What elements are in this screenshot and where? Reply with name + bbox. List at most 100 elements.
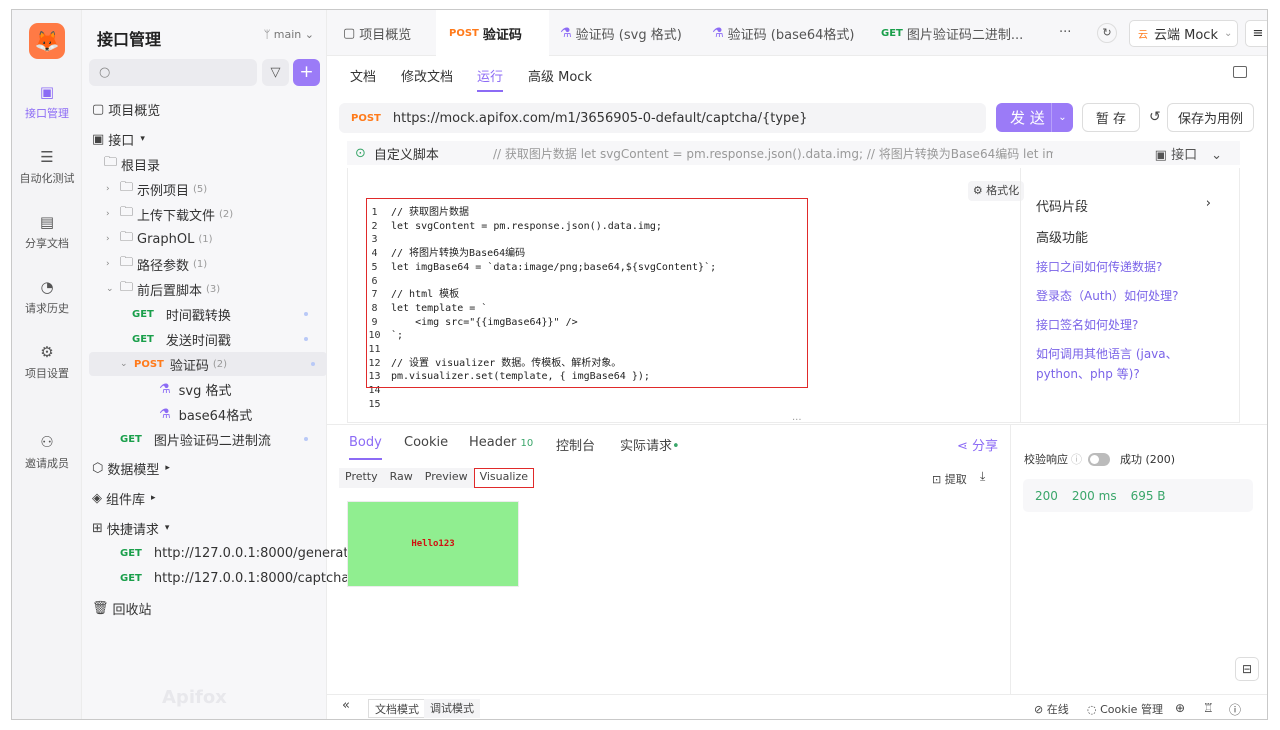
chevron-down-icon[interactable]: ⌄: [1051, 103, 1073, 132]
help-link[interactable]: 接口之间如何传递数据?: [1036, 257, 1216, 277]
tab-console[interactable]: 控制台: [556, 435, 595, 454]
tab-cookie[interactable]: Cookie: [404, 435, 448, 450]
status-dot: [311, 362, 315, 366]
case-icon: ⚗: [560, 25, 572, 41]
subtab-run[interactable]: 运行: [477, 66, 504, 92]
tree-folder[interactable]: › 🗀 上传下载文件 (2): [106, 202, 344, 226]
tree-case-item[interactable]: ⚗ svg 格式: [159, 377, 319, 401]
rail-item-history[interactable]: ◔ 请求历史: [12, 278, 82, 316]
rail-item-settings[interactable]: ⚙ 项目设置: [12, 343, 82, 381]
code-highlight-box: [366, 198, 808, 388]
panel-toggle-icon[interactable]: [1233, 66, 1247, 78]
help-icon[interactable]: ⓘ: [1229, 701, 1241, 718]
extract-button[interactable]: ⊡ 提取: [932, 471, 967, 487]
chevron-right-icon: ›: [106, 184, 110, 194]
help-link[interactable]: 登录态（Auth）如何处理?: [1036, 286, 1216, 306]
reset-icon[interactable]: ↺: [1149, 109, 1161, 125]
rail-item-automation[interactable]: ☰ 自动化测试: [12, 148, 82, 186]
verify-response[interactable]: 校验响应 ⓘ 成功 (200) ⌄: [1024, 451, 1267, 467]
visualizer-output: Hello123: [347, 501, 519, 587]
tab-overview[interactable]: ▢ 项目概览: [343, 10, 411, 56]
menu-icon[interactable]: ≡: [1245, 20, 1267, 47]
share-button[interactable]: ⋖ 分享: [957, 435, 998, 454]
tree-item-quick-request[interactable]: ⊞ 快捷请求 ▾: [92, 516, 330, 540]
tree-case-item[interactable]: ⚗ base64格式: [159, 402, 319, 426]
save-temp-button[interactable]: 暂 存: [1082, 103, 1140, 132]
layout-icon[interactable]: ⊟: [1235, 657, 1259, 681]
case-icon: ⚗: [159, 381, 171, 397]
environment-selector[interactable]: 云云端 Mock ⌄: [1129, 20, 1238, 47]
format-raw[interactable]: Raw: [383, 468, 419, 488]
verify-toggle[interactable]: [1088, 452, 1110, 466]
tree-item-components[interactable]: ◈ 组件库 ▸: [92, 486, 330, 510]
rail-item-invite[interactable]: ⚇ 邀请成员: [12, 433, 82, 471]
subtab-advanced-mock[interactable]: 高级 Mock: [528, 66, 592, 85]
branch-selector[interactable]: ᛘ main ⌄: [264, 28, 314, 41]
status-dot: [304, 437, 308, 441]
tab-binary-captcha[interactable]: GET 图片验证码二进制...: [881, 10, 1023, 56]
tree-api-item-selected[interactable]: ⌄ POST 验证码 (2): [89, 352, 327, 376]
caret-icon: ▾: [140, 134, 145, 144]
more-tabs-icon[interactable]: ···: [1059, 25, 1071, 40]
status-code: 200: [1035, 488, 1058, 503]
rail-item-api[interactable]: ▣ 接口管理: [12, 83, 82, 121]
tab-captcha[interactable]: POST 验证码: [436, 10, 549, 56]
download-icon[interactable]: ⤓: [980, 469, 985, 484]
debug-mode-button[interactable]: 调试模式: [424, 699, 480, 718]
app-logo: 🦊: [29, 23, 65, 59]
upload-icon[interactable]: ⊕: [1175, 701, 1185, 715]
format-preview[interactable]: Preview: [418, 468, 474, 488]
online-status[interactable]: ⊘ 在线: [1034, 701, 1069, 717]
filter-button[interactable]: ▽: [262, 59, 289, 86]
tree-item-trash[interactable]: 🗑 回收站: [92, 596, 330, 620]
shirt-icon[interactable]: ♖: [1203, 701, 1214, 715]
search-icon: ○: [99, 65, 111, 80]
chevron-right-icon: ›: [106, 259, 110, 269]
tree-item-overview[interactable]: ▢ 项目概览: [92, 97, 330, 121]
custom-script-row[interactable]: ⊙ 自定义脚本 // 获取图片数据 let svgContent = pm.re…: [347, 141, 1240, 165]
cookie-icon: ◌: [1087, 703, 1101, 716]
format-button[interactable]: ⚙ 格式化: [968, 181, 1024, 201]
tree-folder[interactable]: › 🗀 GraphOL (1): [106, 227, 344, 251]
tree-api-item[interactable]: GET 图片验证码二进制流: [120, 427, 320, 451]
help-link[interactable]: 如何调用其他语言 (java、python、php 等)?: [1036, 344, 1196, 384]
tree-api-item[interactable]: GET 时间戳转换: [132, 302, 320, 326]
request-subtabs: 文档 修改文档 运行 高级 Mock: [327, 56, 1267, 92]
tab-header[interactable]: Header 10: [469, 435, 533, 450]
rail-item-share-doc[interactable]: ▤ 分享文档: [12, 213, 82, 251]
refresh-icon[interactable]: ↻: [1097, 23, 1117, 43]
tree-folder[interactable]: ⌄ 🗀 前后置脚本 (3): [106, 277, 344, 301]
tree-item-root[interactable]: 🗀 根目录: [104, 152, 342, 176]
tab-captcha-base64[interactable]: ⚗ 验证码 (base64格式): [712, 10, 854, 56]
tab-bar: ▢ 项目概览 POST 验证码 ⚗ 验证码 (svg 格式) ⚗ 验证码 (base64…: [327, 10, 1267, 56]
response-status-panel: 校验响应 ⓘ 成功 (200) ⌄ 200 200 ms 695 B: [1010, 424, 1267, 694]
format-visualize[interactable]: Visualize: [473, 468, 535, 488]
left-rail: 🦊 ▣ 接口管理 ☰ 自动化测试 ▤ 分享文档 ◔ 请求历史 ⚙ 项目设置 ⚇ …: [12, 10, 82, 719]
doc-mode-button[interactable]: 文档模式: [368, 699, 426, 718]
subtab-edit-doc[interactable]: 修改文档: [401, 66, 453, 85]
chevron-down-icon[interactable]: ⌄: [1265, 453, 1267, 466]
help-link[interactable]: 接口签名如何处理?: [1036, 315, 1216, 335]
url-input[interactable]: POST https://mock.apifox.com/m1/3656905-0…: [339, 103, 986, 133]
tree-folder[interactable]: › 🗀 路径参数 (1): [106, 252, 344, 276]
tree-quick-item[interactable]: GET http://127.0.0.1:8000/generat...: [120, 541, 361, 565]
add-button[interactable]: +: [293, 59, 320, 86]
tree-api-item[interactable]: GET 发送时间戳: [132, 327, 320, 351]
tree-item-api[interactable]: ▣ 接口 ▾: [92, 127, 330, 151]
tree-item-data-model[interactable]: ⬡ 数据模型 ▸: [92, 456, 330, 480]
tab-actual-request[interactable]: 实际请求•: [620, 435, 680, 454]
format-pretty[interactable]: Pretty: [339, 468, 384, 488]
snippets-heading[interactable]: 代码片段 ›: [1036, 196, 1211, 215]
collapse-sidebar-icon[interactable]: «: [342, 698, 350, 713]
tree-quick-item[interactable]: GET http://127.0.0.1:8000/captcha: [120, 566, 349, 590]
send-button[interactable]: 发 送 ⌄: [996, 103, 1073, 132]
subtab-doc[interactable]: 文档: [350, 66, 376, 85]
cookie-manager[interactable]: ◌ Cookie 管理: [1087, 701, 1163, 717]
tab-body[interactable]: Body: [349, 435, 382, 460]
tree-folder[interactable]: › 🗀 示例项目 (5): [106, 177, 344, 201]
tab-captcha-svg[interactable]: ⚗ 验证码 (svg 格式): [560, 10, 682, 56]
script-scope[interactable]: ▣ 接口 ⌄: [1155, 144, 1222, 163]
save-case-button[interactable]: 保存为用例: [1167, 103, 1254, 132]
folder-icon: 🗀: [120, 205, 134, 220]
search-input[interactable]: ○: [89, 59, 257, 86]
